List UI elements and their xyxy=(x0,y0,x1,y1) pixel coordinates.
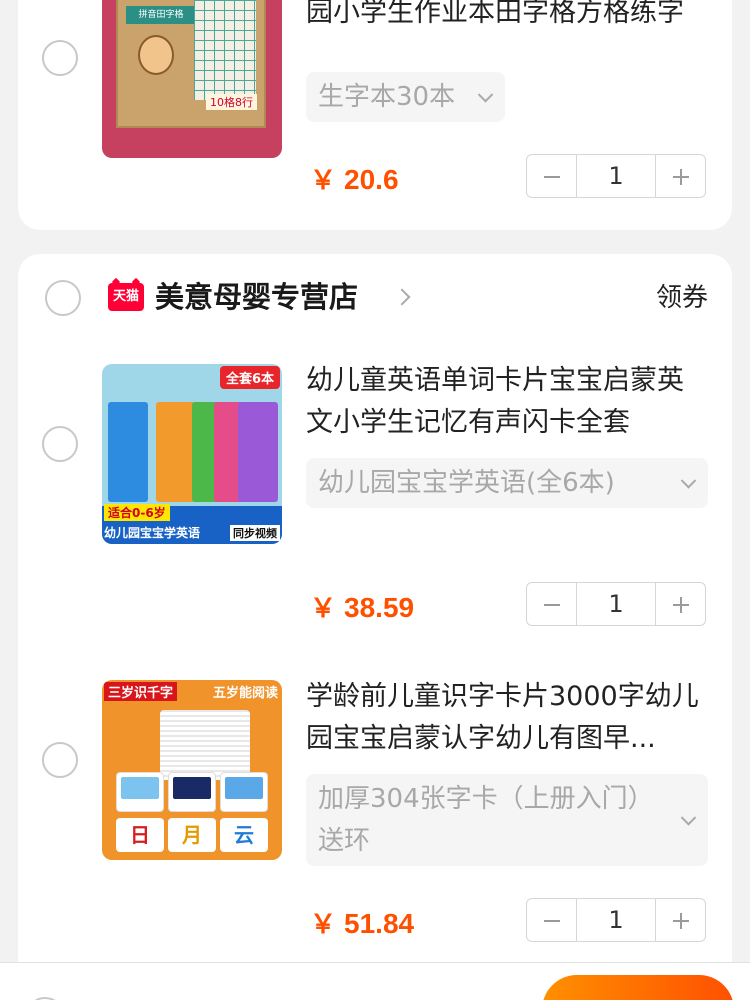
product-thumbnail[interactable]: 全套6本 适合0-6岁 幼儿园宝宝学英语 同步视频 xyxy=(102,364,282,544)
book-graphic xyxy=(156,402,196,502)
checkout-bar xyxy=(0,962,750,1000)
chevron-down-icon xyxy=(680,810,697,826)
card-stack-graphic xyxy=(160,710,250,780)
product-price: ￥ 20.6 xyxy=(310,160,399,197)
thumb-char: 月 xyxy=(168,818,216,852)
thumb-char: 云 xyxy=(220,818,268,852)
sku-label: 幼儿园宝宝学英语(全6本) xyxy=(318,468,615,498)
book-graphic xyxy=(108,402,148,502)
decrease-button[interactable] xyxy=(527,583,577,625)
price-value: 51.84 xyxy=(344,908,415,939)
thumb-label: 五岁能阅读 xyxy=(212,686,278,701)
quantity-value[interactable]: 1 xyxy=(577,155,655,197)
quantity-stepper: 1 xyxy=(526,898,706,942)
thumb-banner: 全套6本 xyxy=(219,366,280,389)
checkout-button[interactable] xyxy=(542,975,734,1000)
quantity-value[interactable]: 1 xyxy=(577,899,655,941)
price-value: 38.59 xyxy=(344,592,415,623)
increase-button[interactable] xyxy=(655,583,705,625)
book-graphic xyxy=(238,402,278,502)
tmall-logo-icon: 天猫 xyxy=(108,283,144,311)
chevron-down-icon xyxy=(477,87,494,103)
cart-item-card: 拼音田字格 10格8行 低年级上学期低年级上学年幼儿园小学生作业本田字格方格练字… xyxy=(18,0,732,230)
sku-selector[interactable]: 加厚304张字卡（上册入门） 送环 xyxy=(306,774,708,866)
price-value: 20.6 xyxy=(344,164,399,195)
product-thumbnail[interactable]: 拼音田字格 10格8行 xyxy=(102,0,282,158)
sku-selector[interactable]: 生字本30本 xyxy=(306,72,506,122)
currency-symbol: ￥ xyxy=(310,909,337,939)
flashcard-graphic xyxy=(220,772,268,812)
item-select-radio[interactable] xyxy=(42,40,78,76)
thumb-series-label: 幼儿园宝宝学英语 xyxy=(104,526,201,540)
sku-label: 加厚304张字卡（上册入门） 送环 xyxy=(318,784,654,856)
store-select-radio[interactable] xyxy=(45,280,81,316)
increase-button[interactable] xyxy=(655,899,705,941)
quantity-stepper: 1 xyxy=(526,582,706,626)
product-thumbnail[interactable]: 三岁识千字 五岁能阅读 日 月 云 xyxy=(102,680,282,860)
coupon-button[interactable]: 领券 xyxy=(656,278,708,318)
thumb-bottom-band: 适合0-6岁 幼儿园宝宝学英语 同步视频 xyxy=(102,504,282,544)
currency-symbol: ￥ xyxy=(310,165,337,195)
chevron-down-icon xyxy=(680,473,697,489)
quantity-stepper: 1 xyxy=(526,154,706,198)
thumb-label: 三岁识千字 xyxy=(104,682,178,701)
thumb-tag: 10格8行 xyxy=(206,94,257,110)
product-title[interactable]: 学龄前儿童识字卡片3000字幼儿园宝宝启蒙认字幼儿有图早... xyxy=(306,676,706,760)
store-header: 天猫 美意母婴专营店 领券 xyxy=(18,254,732,344)
item-select-radio[interactable] xyxy=(42,742,78,778)
thumb-book-title: 拼音田字格 xyxy=(126,6,196,24)
decrease-button[interactable] xyxy=(527,155,577,197)
flashcard-graphic xyxy=(116,772,164,812)
item-select-radio[interactable] xyxy=(42,426,78,462)
store-name[interactable]: 美意母婴专营店 xyxy=(155,275,358,319)
thumb-video-label: 同步视频 xyxy=(230,525,280,541)
decrease-button[interactable] xyxy=(527,899,577,941)
increase-button[interactable] xyxy=(655,155,705,197)
flashcard-graphic xyxy=(168,772,216,812)
chevron-right-icon[interactable] xyxy=(393,288,411,306)
thumb-age-label: 适合0-6岁 xyxy=(104,504,170,521)
sku-label: 生字本30本 xyxy=(318,82,456,112)
thumb-char: 日 xyxy=(116,818,164,852)
product-title[interactable]: 低年级上学期低年级上学年幼儿园小学生作业本田字格方格练字 xyxy=(306,0,706,54)
quantity-value[interactable]: 1 xyxy=(577,583,655,625)
store-card: 天猫 美意母婴专营店 领券 全套6本 适合0-6岁 幼儿园宝宝学英语 同步视频 … xyxy=(18,254,732,994)
product-price: ￥ 38.59 xyxy=(310,588,414,625)
product-title[interactable]: 幼儿童英语单词卡片宝宝启蒙英文小学生记忆有声闪卡全套 xyxy=(306,360,706,444)
child-face-graphic xyxy=(138,35,174,75)
grid-paper-graphic xyxy=(194,0,256,100)
currency-symbol: ￥ xyxy=(310,593,337,623)
sku-selector[interactable]: 幼儿园宝宝学英语(全6本) xyxy=(306,458,708,508)
product-price: ￥ 51.84 xyxy=(310,904,414,941)
